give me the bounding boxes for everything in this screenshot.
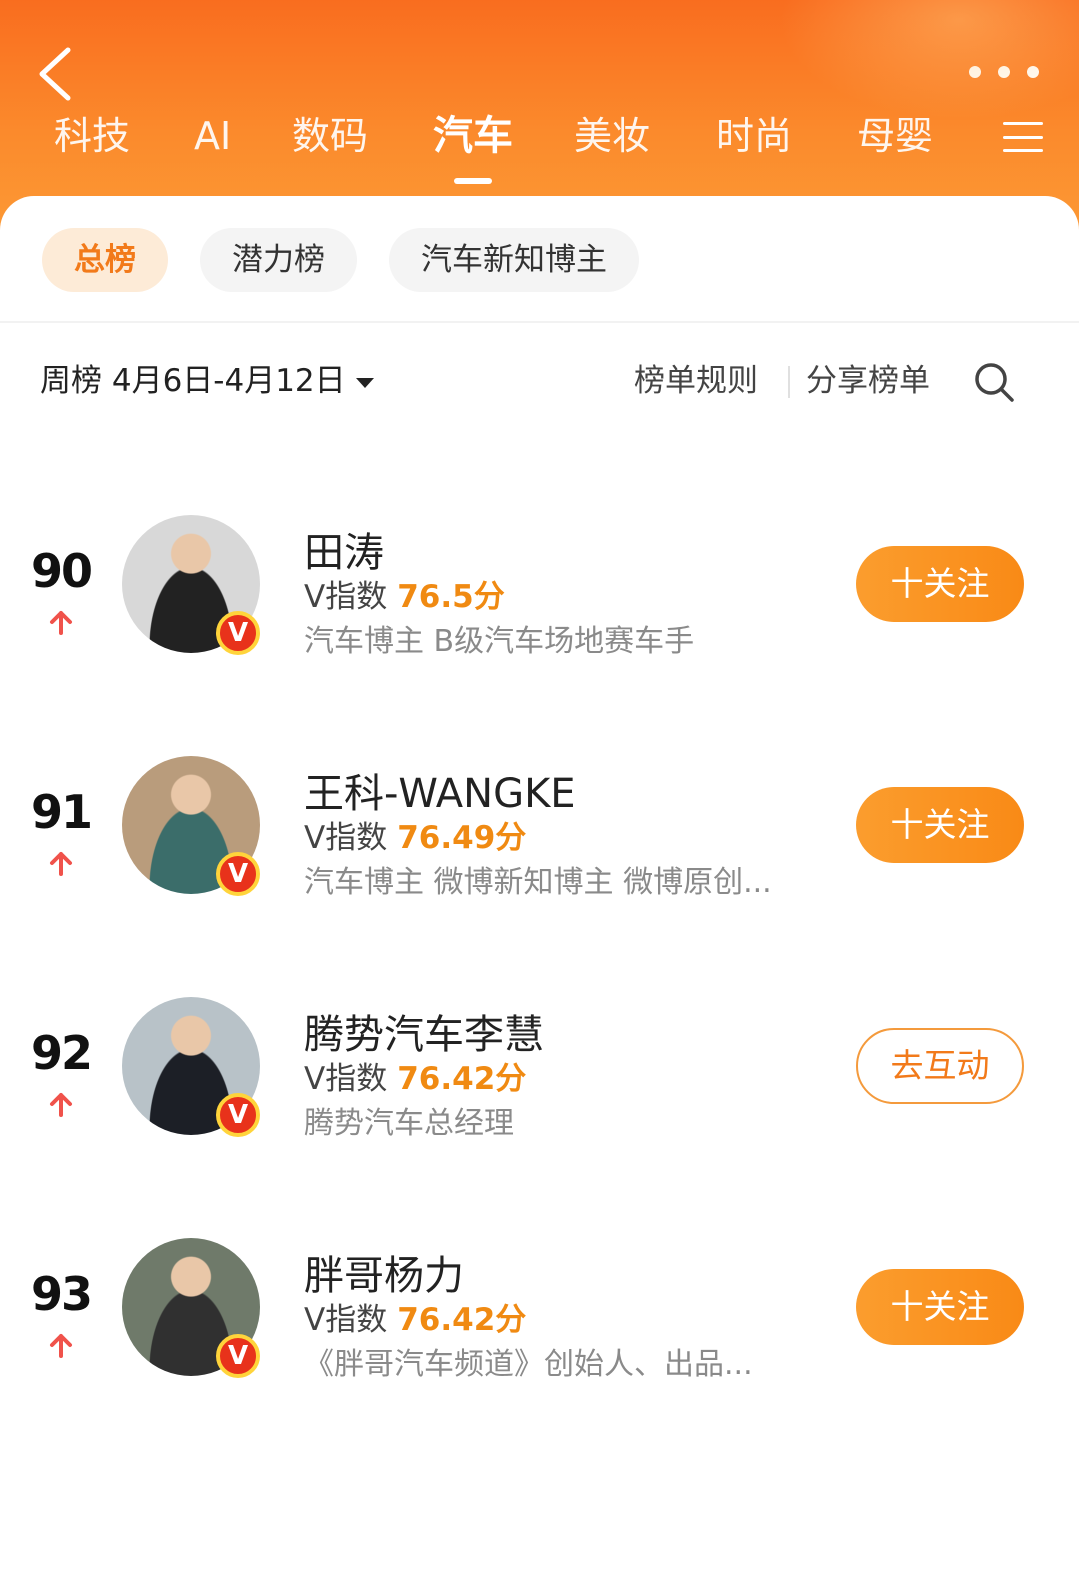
verified-badge-icon: V — [216, 611, 260, 655]
chevron-left-icon[interactable] — [32, 44, 82, 104]
tab-ai[interactable]: AI — [194, 108, 231, 168]
content-panel: 总榜 潜力榜 汽车新知博主 周榜 4月6日-4月12日 榜单规则 分享榜单 89… — [0, 196, 1079, 1593]
arrow-up-icon — [50, 1334, 72, 1358]
rank-number: 92 — [30, 1026, 93, 1080]
rules-link[interactable]: 榜单规则 — [634, 356, 758, 406]
tab-qiche[interactable]: 汽车 — [433, 108, 513, 168]
divider — [0, 321, 1079, 323]
v-index-score: V指数 76.42分 — [304, 1294, 526, 1339]
sub-toolbar: 周榜 4月6日-4月12日 榜单规则 分享榜单 — [0, 356, 1079, 406]
blogger-name[interactable]: 胖哥杨力 — [304, 1243, 464, 1301]
list-item[interactable]: 91 V 王科-WANGKE V指数 76.49分汽车博主 微博新知博主 微博原创...… — [0, 741, 1079, 941]
score-value: 76.42分 — [397, 1061, 527, 1097]
score-label: V指数 — [304, 1302, 388, 1338]
period-label: 周榜 4月6日-4月12日 — [40, 363, 346, 399]
follow-button[interactable]: 十关注 — [856, 787, 1024, 863]
blogger-name[interactable]: 王科-WANGKE — [304, 761, 576, 819]
score-label: V指数 — [304, 1061, 388, 1097]
arrow-up-icon — [50, 1093, 72, 1117]
tab-muying[interactable]: 母婴 — [857, 108, 933, 168]
pill-overall[interactable]: 总榜 — [42, 228, 168, 292]
blogger-description: 汽车博主 微博新知博主 微博原创... — [304, 865, 772, 900]
period-selector[interactable]: 周榜 4月6日-4月12日 — [40, 356, 374, 406]
v-index-score: V指数 76.42分 — [304, 1053, 526, 1098]
rank-number: 91 — [30, 785, 93, 839]
list-item[interactable]: 89VV指数76.61分汽车博主十关注 — [0, 440, 1079, 460]
blogger-description: 腾势汽车总经理 — [304, 1106, 514, 1141]
separator — [788, 366, 790, 398]
verified-badge-icon: V — [216, 852, 260, 896]
rank-number: 90 — [30, 544, 93, 598]
ranking-list: 89VV指数76.61分汽车博主十关注90V田涛V指数76.5分汽车博主 B级汽… — [0, 440, 1079, 1593]
blogger-description: 《胖哥汽车频道》创始人、出品... — [304, 1347, 753, 1382]
score-value: 76.5分 — [397, 579, 505, 615]
interact-button[interactable]: 去互动 — [856, 1028, 1024, 1104]
tab-shuma[interactable]: 数码 — [292, 108, 368, 168]
arrow-up-icon — [50, 852, 72, 876]
score-label: V指数 — [304, 820, 388, 856]
rank-number: 93 — [30, 1267, 93, 1321]
blogger-name[interactable]: 田涛 — [304, 520, 384, 578]
verified-badge-icon: V — [216, 1334, 260, 1378]
follow-button[interactable]: 十关注 — [856, 546, 1024, 622]
filter-pills: 总榜 潜力榜 汽车新知博主 — [42, 228, 639, 292]
tab-meizhuang[interactable]: 美妆 — [574, 108, 650, 168]
v-index-score: V指数 76.5分 — [304, 571, 505, 616]
v-index-score: V指数 76.49分 — [304, 812, 526, 857]
arrow-up-icon — [50, 611, 72, 635]
category-tabs: 科技 AI 数码 汽车 美妆 时尚 母婴 — [0, 108, 1079, 178]
search-icon[interactable] — [972, 360, 1016, 404]
list-item[interactable]: 90 V 田涛 V指数 76.5分汽车博主 B级汽车场地赛车手 十关注 — [0, 500, 1079, 700]
score-value: 76.49分 — [397, 820, 527, 856]
tab-keji[interactable]: 科技 — [54, 108, 130, 168]
more-dots-icon[interactable] — [969, 60, 1039, 84]
follow-button[interactable]: 十关注 — [856, 1269, 1024, 1345]
list-item[interactable]: 92 V 腾势汽车李慧 V指数 76.42分腾势汽车总经理 去互动 — [0, 982, 1079, 1182]
pill-new-knowledge[interactable]: 汽车新知博主 — [389, 228, 639, 292]
tab-shishang[interactable]: 时尚 — [716, 108, 792, 168]
caret-down-icon — [355, 377, 374, 388]
verified-badge-icon: V — [216, 1093, 260, 1137]
hamburger-menu-icon[interactable] — [1003, 122, 1043, 152]
score-value: 76.42分 — [397, 1302, 527, 1338]
blogger-name[interactable]: 腾势汽车李慧 — [304, 1002, 544, 1060]
share-link[interactable]: 分享榜单 — [806, 356, 930, 406]
list-item[interactable]: 93 V 胖哥杨力 V指数 76.42分《胖哥汽车频道》创始人、出品... 十关注 — [0, 1223, 1079, 1423]
pill-potential[interactable]: 潜力榜 — [200, 228, 357, 292]
score-label: V指数 — [304, 579, 388, 615]
blogger-description: 汽车博主 B级汽车场地赛车手 — [304, 624, 695, 659]
